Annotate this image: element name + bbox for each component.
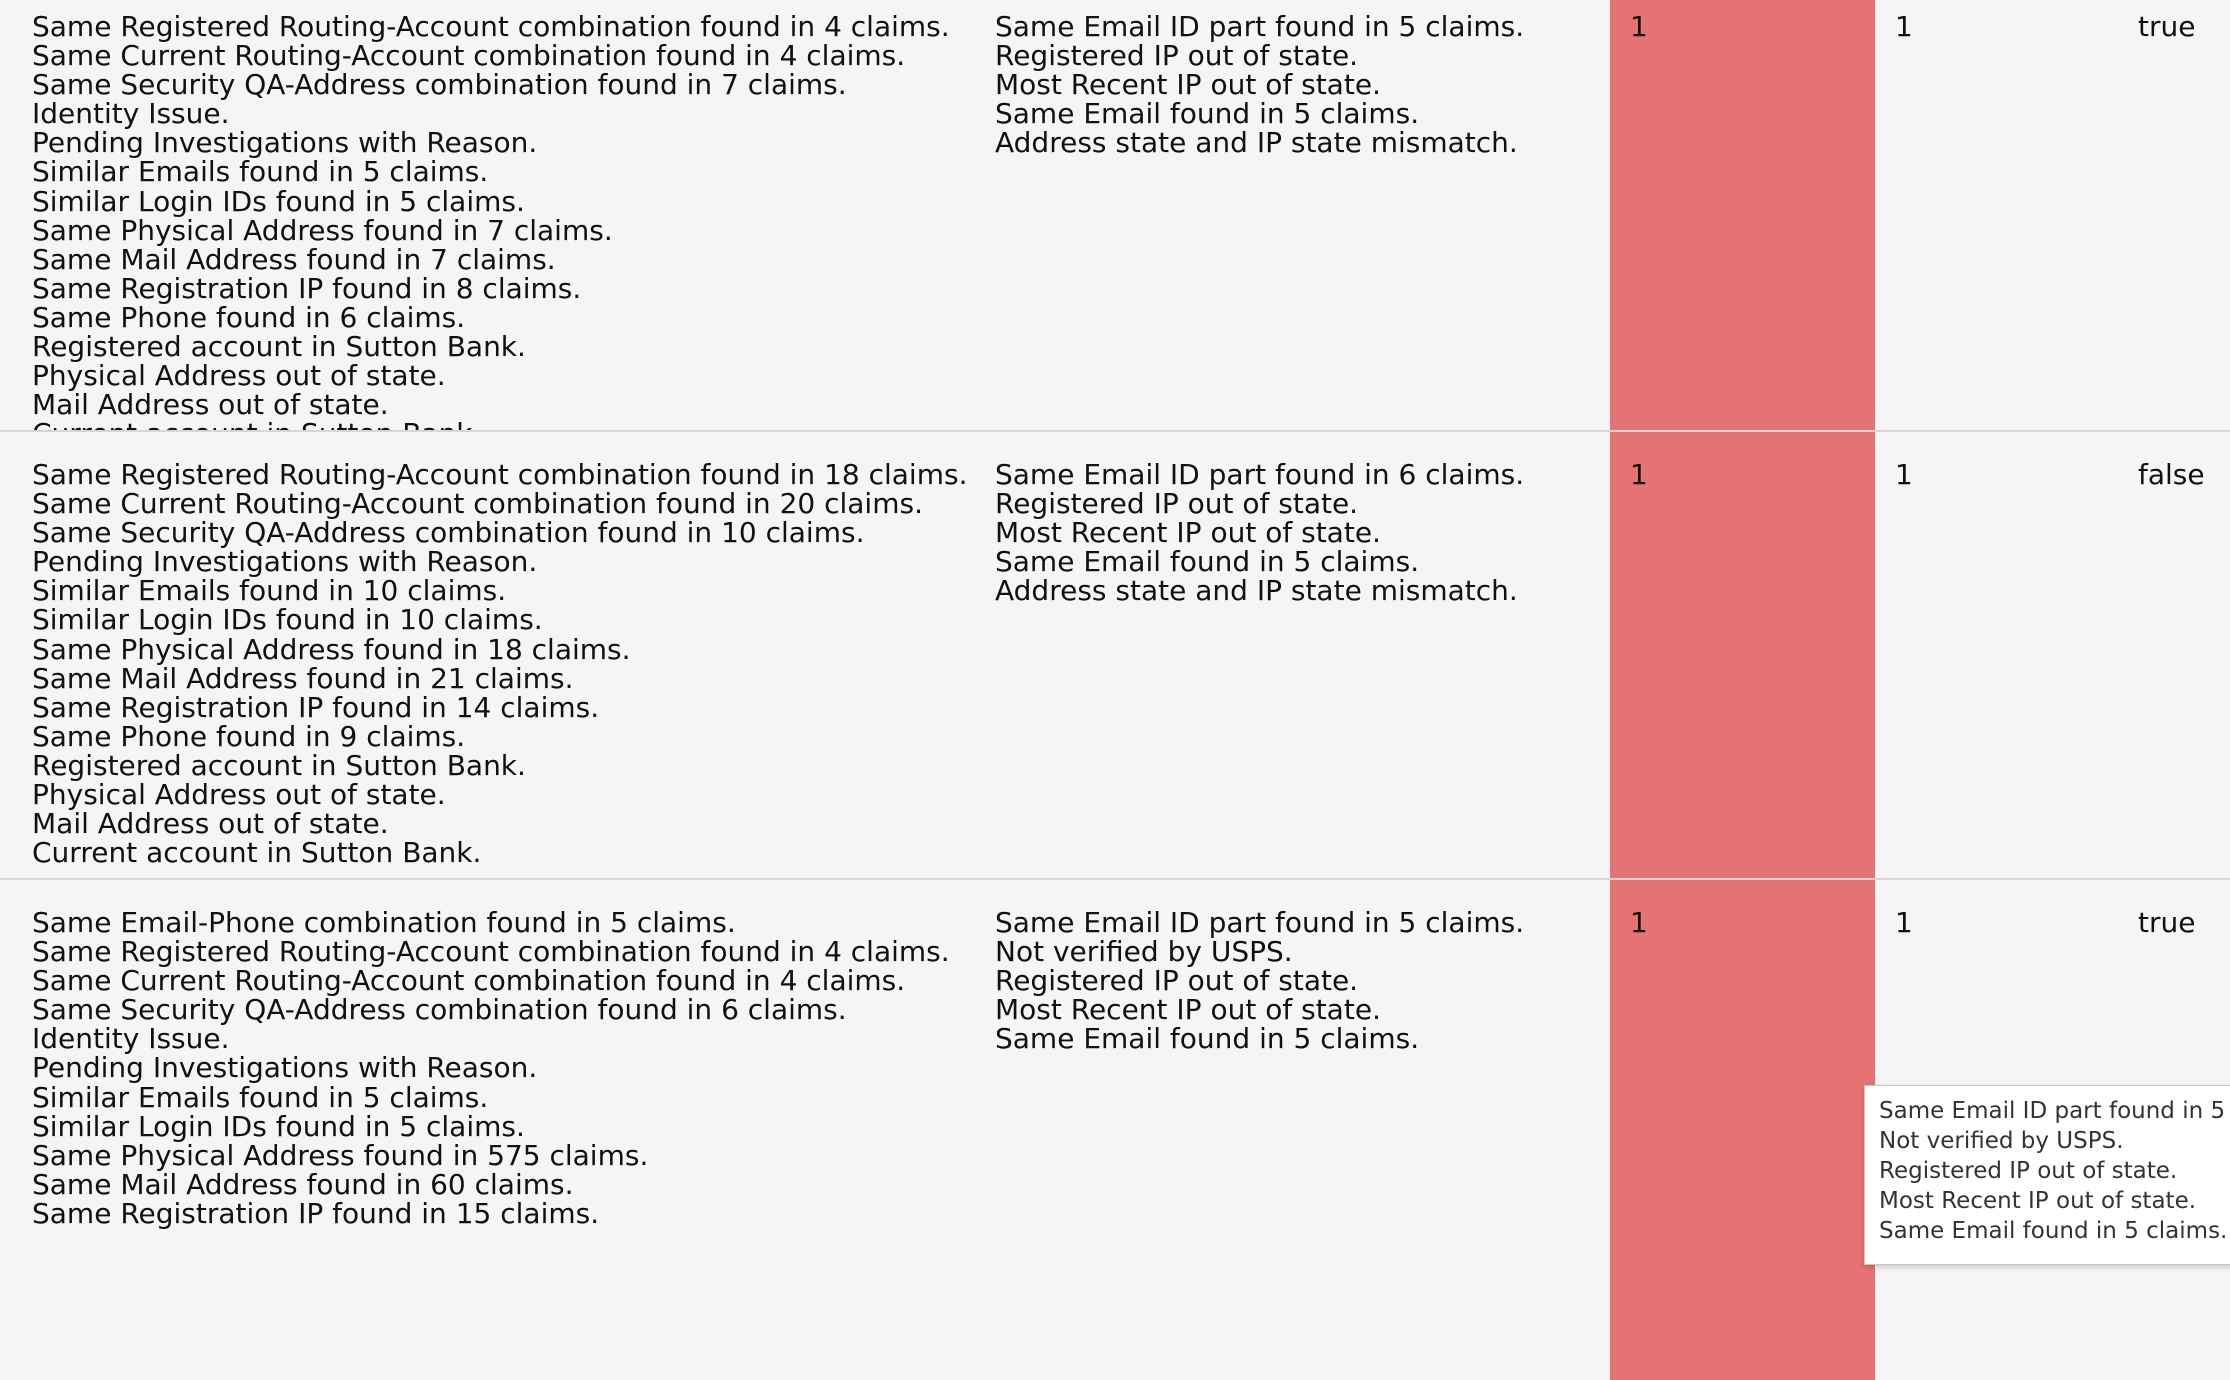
list-item: Registered IP out of state. <box>1879 1158 2178 1184</box>
list-item: Most Recent IP out of state. <box>1879 1188 2197 1214</box>
list-item: Same Mail Address found in 7 claims. <box>32 242 556 276</box>
flags-tooltip: Same Email ID part found in 5 claims. Not… <box>1864 1085 2230 1265</box>
status-cell: true <box>2138 10 2196 43</box>
list-item: Identity Issue. <box>32 1022 230 1056</box>
list-item: Similar Login IDs found in 5 claims. <box>32 184 525 218</box>
table-row[interactable]: Same Registered Routing-Account combinat… <box>0 0 2230 432</box>
list-item: Not verified by USPS. <box>995 935 1293 969</box>
list-item: Registered account in Sutton Bank. <box>32 330 526 364</box>
list-item: Registered IP out of state. <box>995 39 1359 73</box>
table-row[interactable]: Same Registered Routing-Account combinat… <box>0 432 2230 880</box>
list-item: Address state and IP state mismatch. <box>995 126 1518 160</box>
list-item: Same Current Routing-Account combination… <box>32 487 923 521</box>
score-a-cell: 1 <box>1610 432 1875 878</box>
list-item: Most Recent IP out of state. <box>995 993 1381 1027</box>
list-item: Same Registered Routing-Account combinat… <box>32 935 950 969</box>
list-item: Similar Login IDs found in 5 claims. <box>32 1109 525 1143</box>
list-item: Same Email found in 5 claims. <box>995 545 1420 579</box>
list-item: Same Physical Address found in 575 claim… <box>32 1138 649 1172</box>
score-a-cell: 1 <box>1610 0 1875 430</box>
status-cell: false <box>2138 458 2205 491</box>
list-item: Same Mail Address found in 60 claims. <box>32 1167 574 1201</box>
reasons-cell: Same Email-Phone combination found in 5 … <box>32 880 972 1380</box>
list-item: Same Security QA-Address combination fou… <box>32 68 847 102</box>
list-item: Same Registered Routing-Account combinat… <box>32 458 968 491</box>
list-item: Most Recent IP out of state. <box>995 68 1381 102</box>
list-item: Same Email ID part found in 6 claims. <box>995 458 1525 491</box>
list-item: Same Registration IP found in 8 claims. <box>32 271 582 305</box>
reasons-cell: Same Registered Routing-Account combinat… <box>32 0 972 430</box>
reasons-cell: Same Registered Routing-Account combinat… <box>32 432 972 878</box>
list-item: Similar Emails found in 10 claims. <box>32 574 507 608</box>
list-item: Physical Address out of state. <box>32 359 446 393</box>
list-item: Address state and IP state mismatch. <box>995 574 1518 608</box>
list-item: Registered IP out of state. <box>995 964 1359 998</box>
list-item: Registered account in Sutton Bank. <box>32 748 526 782</box>
list-item: Same Physical Address found in 7 claims. <box>32 213 613 247</box>
list-item: Same Physical Address found in 18 claims… <box>32 632 631 666</box>
list-item: Same Security QA-Address combination fou… <box>32 516 865 550</box>
list-item: Registered IP out of state. <box>995 487 1359 521</box>
list-item: Same Security QA-Address combination fou… <box>32 993 847 1027</box>
list-item: Same Email ID part found in 5 claims. <box>995 10 1525 43</box>
list-item: Not verified by USPS. <box>1879 1128 2124 1154</box>
list-item: Mail Address out of state. <box>32 807 389 841</box>
score-b-cell: 1 <box>1895 458 1913 491</box>
list-item: Same Current Routing-Account combination… <box>32 39 906 73</box>
list-item: Same Registration IP found in 14 claims. <box>32 690 600 724</box>
list-item: Same Email ID part found in 5 claims. <box>1879 1098 2230 1124</box>
flags-cell: Same Email ID part found in 5 claims. Not… <box>995 880 1595 1380</box>
list-item: Same Email found in 5 claims. <box>995 97 1420 131</box>
list-item: Current account in Sutton Bank. <box>32 419 972 430</box>
list-item: Similar Login IDs found in 10 claims. <box>32 603 543 637</box>
list-item: Physical Address out of state. <box>32 778 446 812</box>
list-item: Similar Emails found in 5 claims. <box>32 1080 489 1114</box>
list-item: Pending Investigations with Reason. <box>32 126 538 160</box>
list-item: Same Email found in 5 claims. <box>1879 1218 2228 1244</box>
list-item: Similar Emails found in 5 claims. <box>32 155 489 189</box>
list-item: Same Current Routing-Account combination… <box>32 964 906 998</box>
score-a-cell: 1 <box>1610 880 1875 1380</box>
list-item: Pending Investigations with Reason. <box>32 545 538 579</box>
list-item: Identity Issue. <box>32 97 230 131</box>
list-item: Same Registration IP found in 15 claims. <box>32 1196 600 1230</box>
list-item: Same Email ID part found in 5 claims. <box>995 906 1525 939</box>
flags-cell: Same Email ID part found in 5 claims. Reg… <box>995 0 1595 430</box>
list-item: Same Email found in 5 claims. <box>995 1022 1420 1056</box>
list-item: Same Email-Phone combination found in 5 … <box>32 906 736 939</box>
flags-cell: Same Email ID part found in 6 claims. Reg… <box>995 432 1595 878</box>
list-item: Same Mail Address found in 21 claims. <box>32 661 574 695</box>
list-item: Pending Investigations with Reason. <box>32 1051 538 1085</box>
list-item: Same Phone found in 9 claims. <box>32 719 466 753</box>
list-item: Current account in Sutton Bank. <box>32 836 482 870</box>
list-item: Same Phone found in 6 claims. <box>32 300 466 334</box>
score-b-cell: 1 <box>1895 10 1913 43</box>
list-item: Mail Address out of state. <box>32 388 389 422</box>
list-item: Same Registered Routing-Account combinat… <box>32 10 950 43</box>
list-item: Most Recent IP out of state. <box>995 516 1381 550</box>
